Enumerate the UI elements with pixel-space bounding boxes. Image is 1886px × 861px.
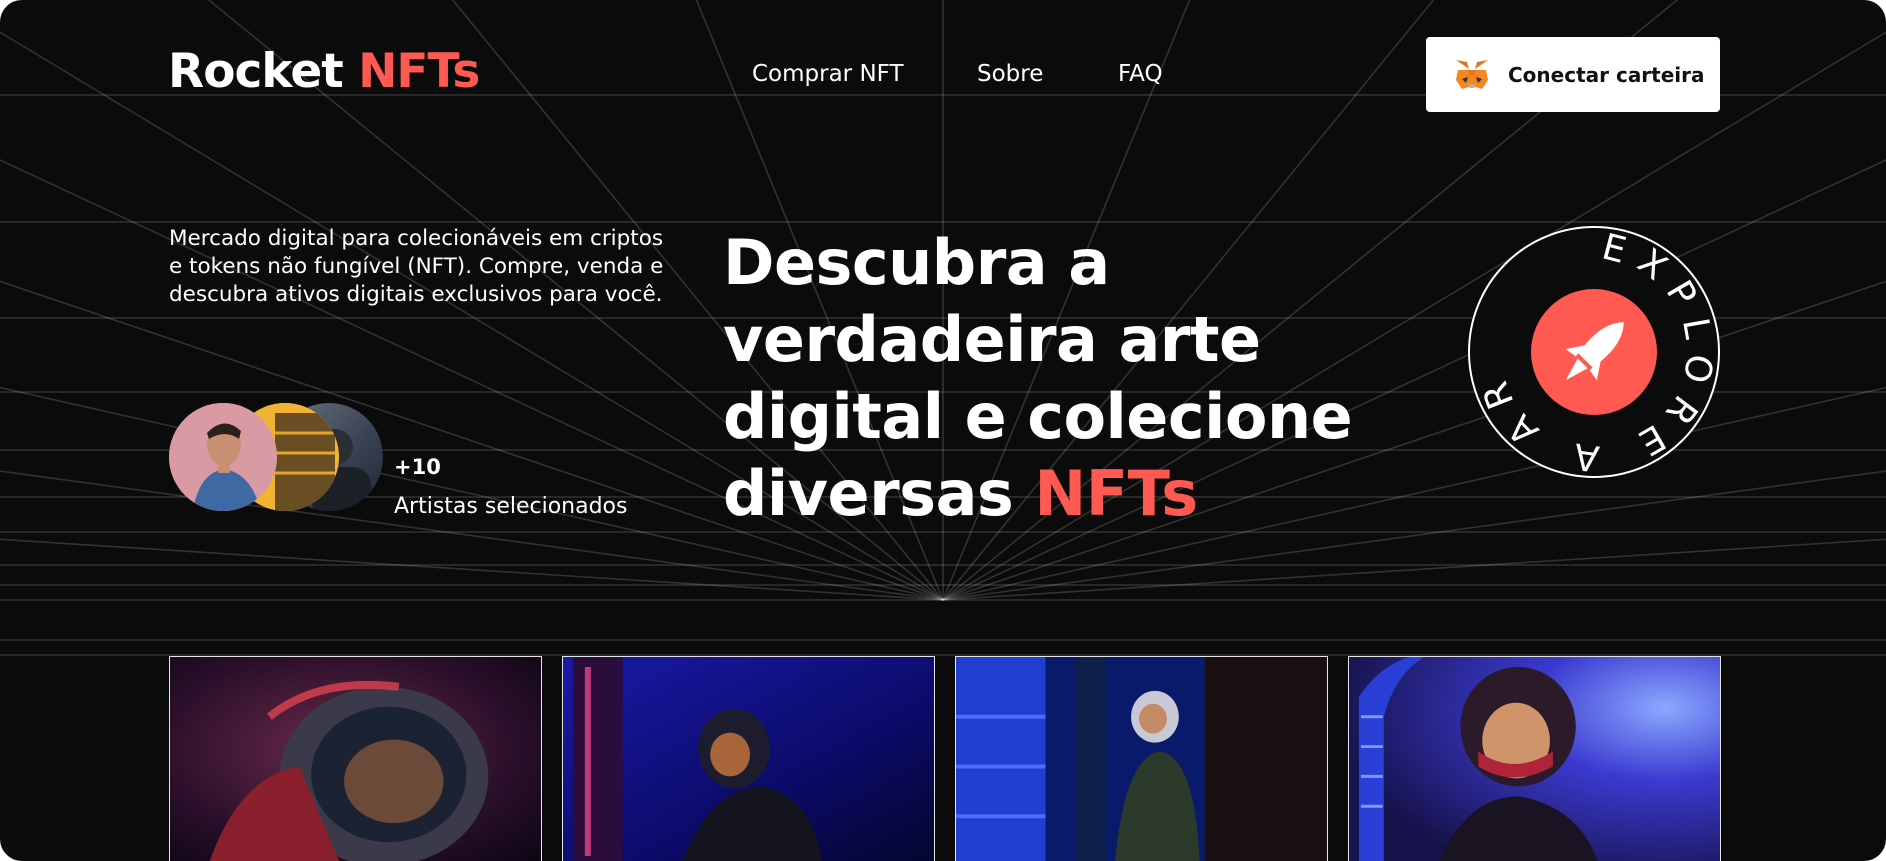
nft-card[interactable] [1348,656,1721,861]
connect-wallet-label: Conectar carteira [1508,62,1705,87]
landing-page: Rocket NFTs Comprar NFT Sobre FAQ Conect… [0,0,1886,861]
artists-label: Artistas selecionados [394,494,628,519]
headline-accent: NFTs [1034,457,1198,530]
explore-art-badge[interactable]: EXPLORE A ARTE [1466,224,1722,480]
nft-image [1349,657,1720,861]
hero-description: Mercado digital para colecionáveis em cr… [169,226,664,307]
nft-card[interactable] [562,656,935,861]
headline-line: digital e colecione [723,380,1353,453]
artist-avatars [169,403,384,511]
nft-card[interactable] [169,656,542,861]
brand-name: Rocket [168,44,344,99]
nft-gallery [169,656,1721,861]
headline-line: diversas [723,457,1014,530]
brand-logo[interactable]: Rocket NFTs [168,44,480,99]
hero-headline: Descubra a verdadeira arte digital e col… [723,224,1383,532]
artists-count: +10 [394,455,441,479]
nav-link-comprar-nft[interactable]: Comprar NFT [752,61,904,87]
metamask-fox-icon [1456,59,1488,89]
headline-line: verdadeira arte [723,303,1261,376]
nft-card[interactable] [955,656,1328,861]
nft-image [956,657,1327,861]
connect-wallet-button[interactable]: Conectar carteira [1426,37,1720,112]
nav-link-sobre[interactable]: Sobre [977,61,1043,87]
headline-line: Descubra a [723,226,1110,299]
nft-image [563,657,934,861]
artist-avatar [169,403,277,511]
nav-link-faq[interactable]: FAQ [1118,61,1163,87]
brand-accent: NFTs [358,44,480,99]
nft-image [170,657,541,861]
